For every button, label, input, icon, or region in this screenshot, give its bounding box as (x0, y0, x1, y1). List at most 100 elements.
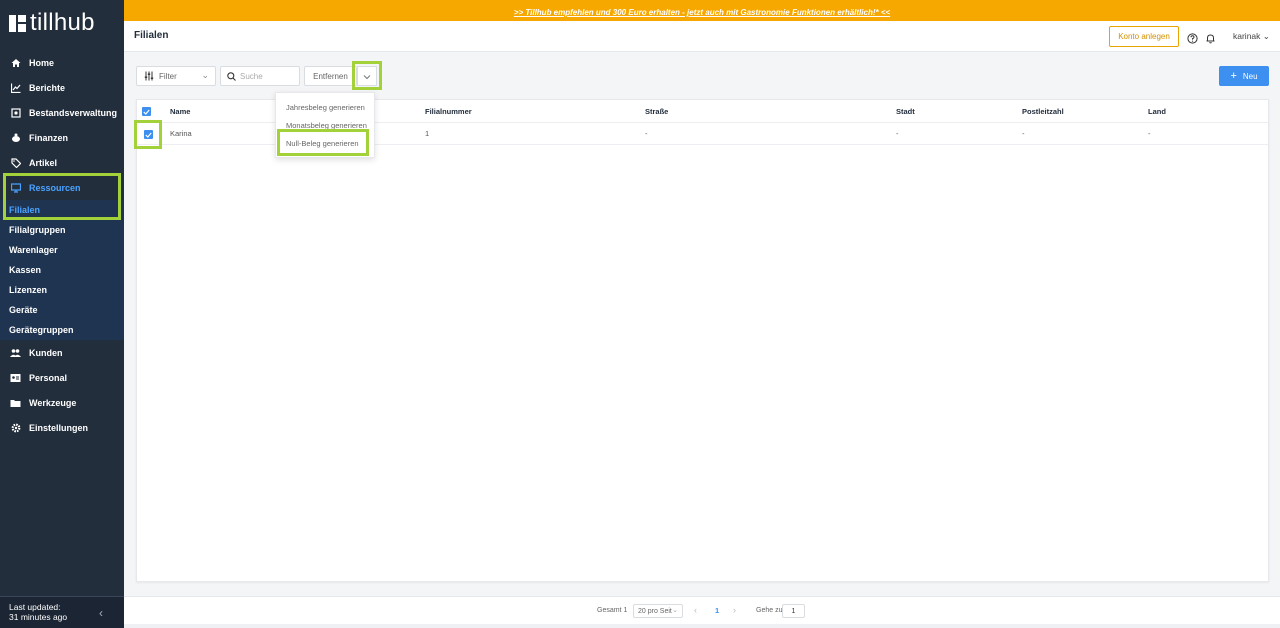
sidebar-item-bestandsverwaltung[interactable]: Bestandsverwaltung (0, 100, 124, 125)
branches-table: Name Filialnummer Straße Stadt Postleitz… (136, 99, 1269, 582)
logo[interactable]: tillhub (9, 10, 95, 36)
page-title: Filialen (134, 30, 169, 41)
sidebar-item-kunden[interactable]: Kunden (0, 340, 124, 365)
sidebar-item-einstellungen[interactable]: Einstellungen (0, 415, 124, 440)
sidebar-subitem-filialgruppen[interactable]: Filialgruppen (0, 220, 124, 240)
sidebar-item-label: Personal (29, 372, 68, 383)
last-updated-value: 31 minutes ago (9, 612, 68, 622)
bottom-strip (124, 624, 1280, 628)
collapse-sidebar-icon[interactable]: ‹ (99, 606, 103, 620)
cell-filialnummer: 1 (425, 129, 430, 138)
page-header: Filialen Konto anlegen karinak ⌄ (124, 21, 1280, 52)
sliders-icon (144, 71, 154, 81)
sidebar-item-berichte[interactable]: Berichte (0, 75, 124, 100)
new-label: Neu (1242, 71, 1258, 81)
sidebar-subitem-filialen[interactable]: Filialen (0, 200, 124, 220)
logo-icon (9, 14, 26, 32)
filter-button[interactable]: Filter ⌄ (136, 66, 216, 86)
inventory-icon (10, 107, 21, 118)
sidebar-item-label: Ressourcen (29, 182, 81, 193)
sidebar-item-label: Artikel (29, 157, 58, 168)
id-card-icon (10, 372, 21, 383)
pagination-total: Gesamt 1 (597, 607, 628, 614)
sidebar-subitem-kassen[interactable]: Kassen (0, 260, 124, 280)
actions-menu: Jahresbeleg generieren Monatsbeleg gener… (275, 92, 375, 158)
column-header-land[interactable]: Land (1148, 107, 1166, 116)
bell-icon[interactable] (1205, 31, 1216, 44)
search-input[interactable] (240, 71, 300, 81)
tag-icon (10, 157, 21, 168)
cell-postleitzahl: - (1022, 129, 1025, 138)
sidebar-item-artikel[interactable]: Artikel (0, 150, 124, 175)
sidebar-subitem-geraete[interactable]: Geräte (0, 300, 124, 320)
sidebar-item-label: Berichte (29, 82, 66, 93)
sidebar-item-ressourcen[interactable]: Ressourcen (0, 175, 124, 200)
help-icon[interactable] (1187, 31, 1198, 44)
last-updated-label: Last updated: (9, 602, 61, 612)
pagination: Gesamt 1 20 pro Seit ⌄ ‹ 1 › Gehe zu (124, 596, 1280, 624)
sidebar-subitem-lizenzen[interactable]: Lizenzen (0, 280, 124, 300)
sidebar-item-label: Bestandsverwaltung (29, 107, 118, 118)
sidebar-footer: Last updated: 31 minutes ago ‹ (0, 596, 124, 628)
sidebar-nav: Home Berichte Bestandsverwaltung Finanze… (0, 50, 124, 440)
user-name: karinak (1233, 31, 1261, 41)
page-size-select[interactable]: 20 pro Seit ⌄ (633, 604, 683, 618)
goto-label: Gehe zu (756, 607, 783, 614)
konto-anlegen-button[interactable]: Konto anlegen (1109, 26, 1179, 47)
sidebar-item-personal[interactable]: Personal (0, 365, 124, 390)
chevron-down-icon (363, 67, 371, 85)
goto-page-input[interactable] (782, 604, 805, 618)
menu-item-monatsbeleg[interactable]: Monatsbeleg generieren (286, 121, 367, 130)
next-page-icon[interactable]: › (733, 605, 736, 615)
piggy-bank-icon (10, 132, 21, 143)
sidebar-item-label: Home (29, 57, 55, 68)
sidebar: tillhub Home Berichte Bestandsverwaltung… (0, 0, 124, 628)
monitor-icon (10, 182, 21, 193)
promo-link[interactable]: >> Tillhub empfehlen und 300 Euro erhalt… (514, 8, 890, 17)
page-size-value: 20 pro Seit (638, 607, 672, 615)
chart-icon (10, 82, 21, 93)
column-header-filialnummer[interactable]: Filialnummer (425, 107, 472, 116)
promo-banner: >> Tillhub empfehlen und 300 Euro erhalt… (124, 0, 1280, 21)
sidebar-item-label: Finanzen (29, 132, 69, 143)
select-all-checkbox[interactable] (142, 107, 151, 116)
sidebar-submenu-ressourcen: Filialen Filialgruppen Warenlager Kassen… (0, 200, 124, 340)
people-icon (10, 347, 21, 358)
sidebar-item-label: Kunden (29, 347, 63, 358)
search-icon (227, 71, 236, 81)
row-checkbox[interactable] (144, 130, 153, 139)
user-menu[interactable]: karinak ⌄ (1233, 31, 1270, 42)
column-header-strasse[interactable]: Straße (645, 107, 668, 116)
new-button[interactable]: + Neu (1219, 66, 1269, 86)
home-icon (10, 57, 21, 68)
cell-land: - (1148, 129, 1151, 138)
menu-item-null-beleg[interactable]: Null-Beleg generieren (286, 139, 359, 148)
logo-text: tillhub (30, 9, 95, 36)
last-updated: Last updated: 31 minutes ago (9, 602, 67, 622)
page-number[interactable]: 1 (715, 606, 719, 615)
sidebar-item-finanzen[interactable]: Finanzen (0, 125, 124, 150)
sidebar-subitem-warenlager[interactable]: Warenlager (0, 240, 124, 260)
cell-stadt: - (896, 129, 899, 138)
chevron-down-icon: ⌄ (1262, 31, 1270, 41)
sidebar-item-home[interactable]: Home (0, 50, 124, 75)
column-header-name[interactable]: Name (170, 107, 190, 116)
column-header-stadt[interactable]: Stadt (896, 107, 915, 116)
cell-name: Karina (170, 129, 192, 138)
sidebar-subitem-geraetegruppen[interactable]: Gerätegruppen (0, 320, 124, 340)
prev-page-icon[interactable]: ‹ (694, 605, 697, 615)
column-header-postleitzahl[interactable]: Postleitzahl (1022, 107, 1064, 116)
sidebar-item-label: Werkzeuge (29, 397, 77, 408)
sidebar-item-label: Einstellungen (29, 422, 89, 433)
menu-item-jahresbeleg[interactable]: Jahresbeleg generieren (286, 103, 365, 112)
more-actions-dropdown-button[interactable] (357, 66, 377, 86)
remove-button[interactable]: Entfernen (304, 66, 357, 86)
gear-icon (10, 422, 21, 433)
sidebar-item-werkzeuge[interactable]: Werkzeuge (0, 390, 124, 415)
plus-icon: + (1230, 70, 1237, 82)
filter-label: Filter (159, 71, 177, 81)
chevron-down-icon: ⌄ (201, 70, 209, 80)
cell-strasse: - (645, 129, 648, 138)
chevron-down-icon: ⌄ (672, 607, 678, 614)
search-box[interactable] (220, 66, 300, 86)
